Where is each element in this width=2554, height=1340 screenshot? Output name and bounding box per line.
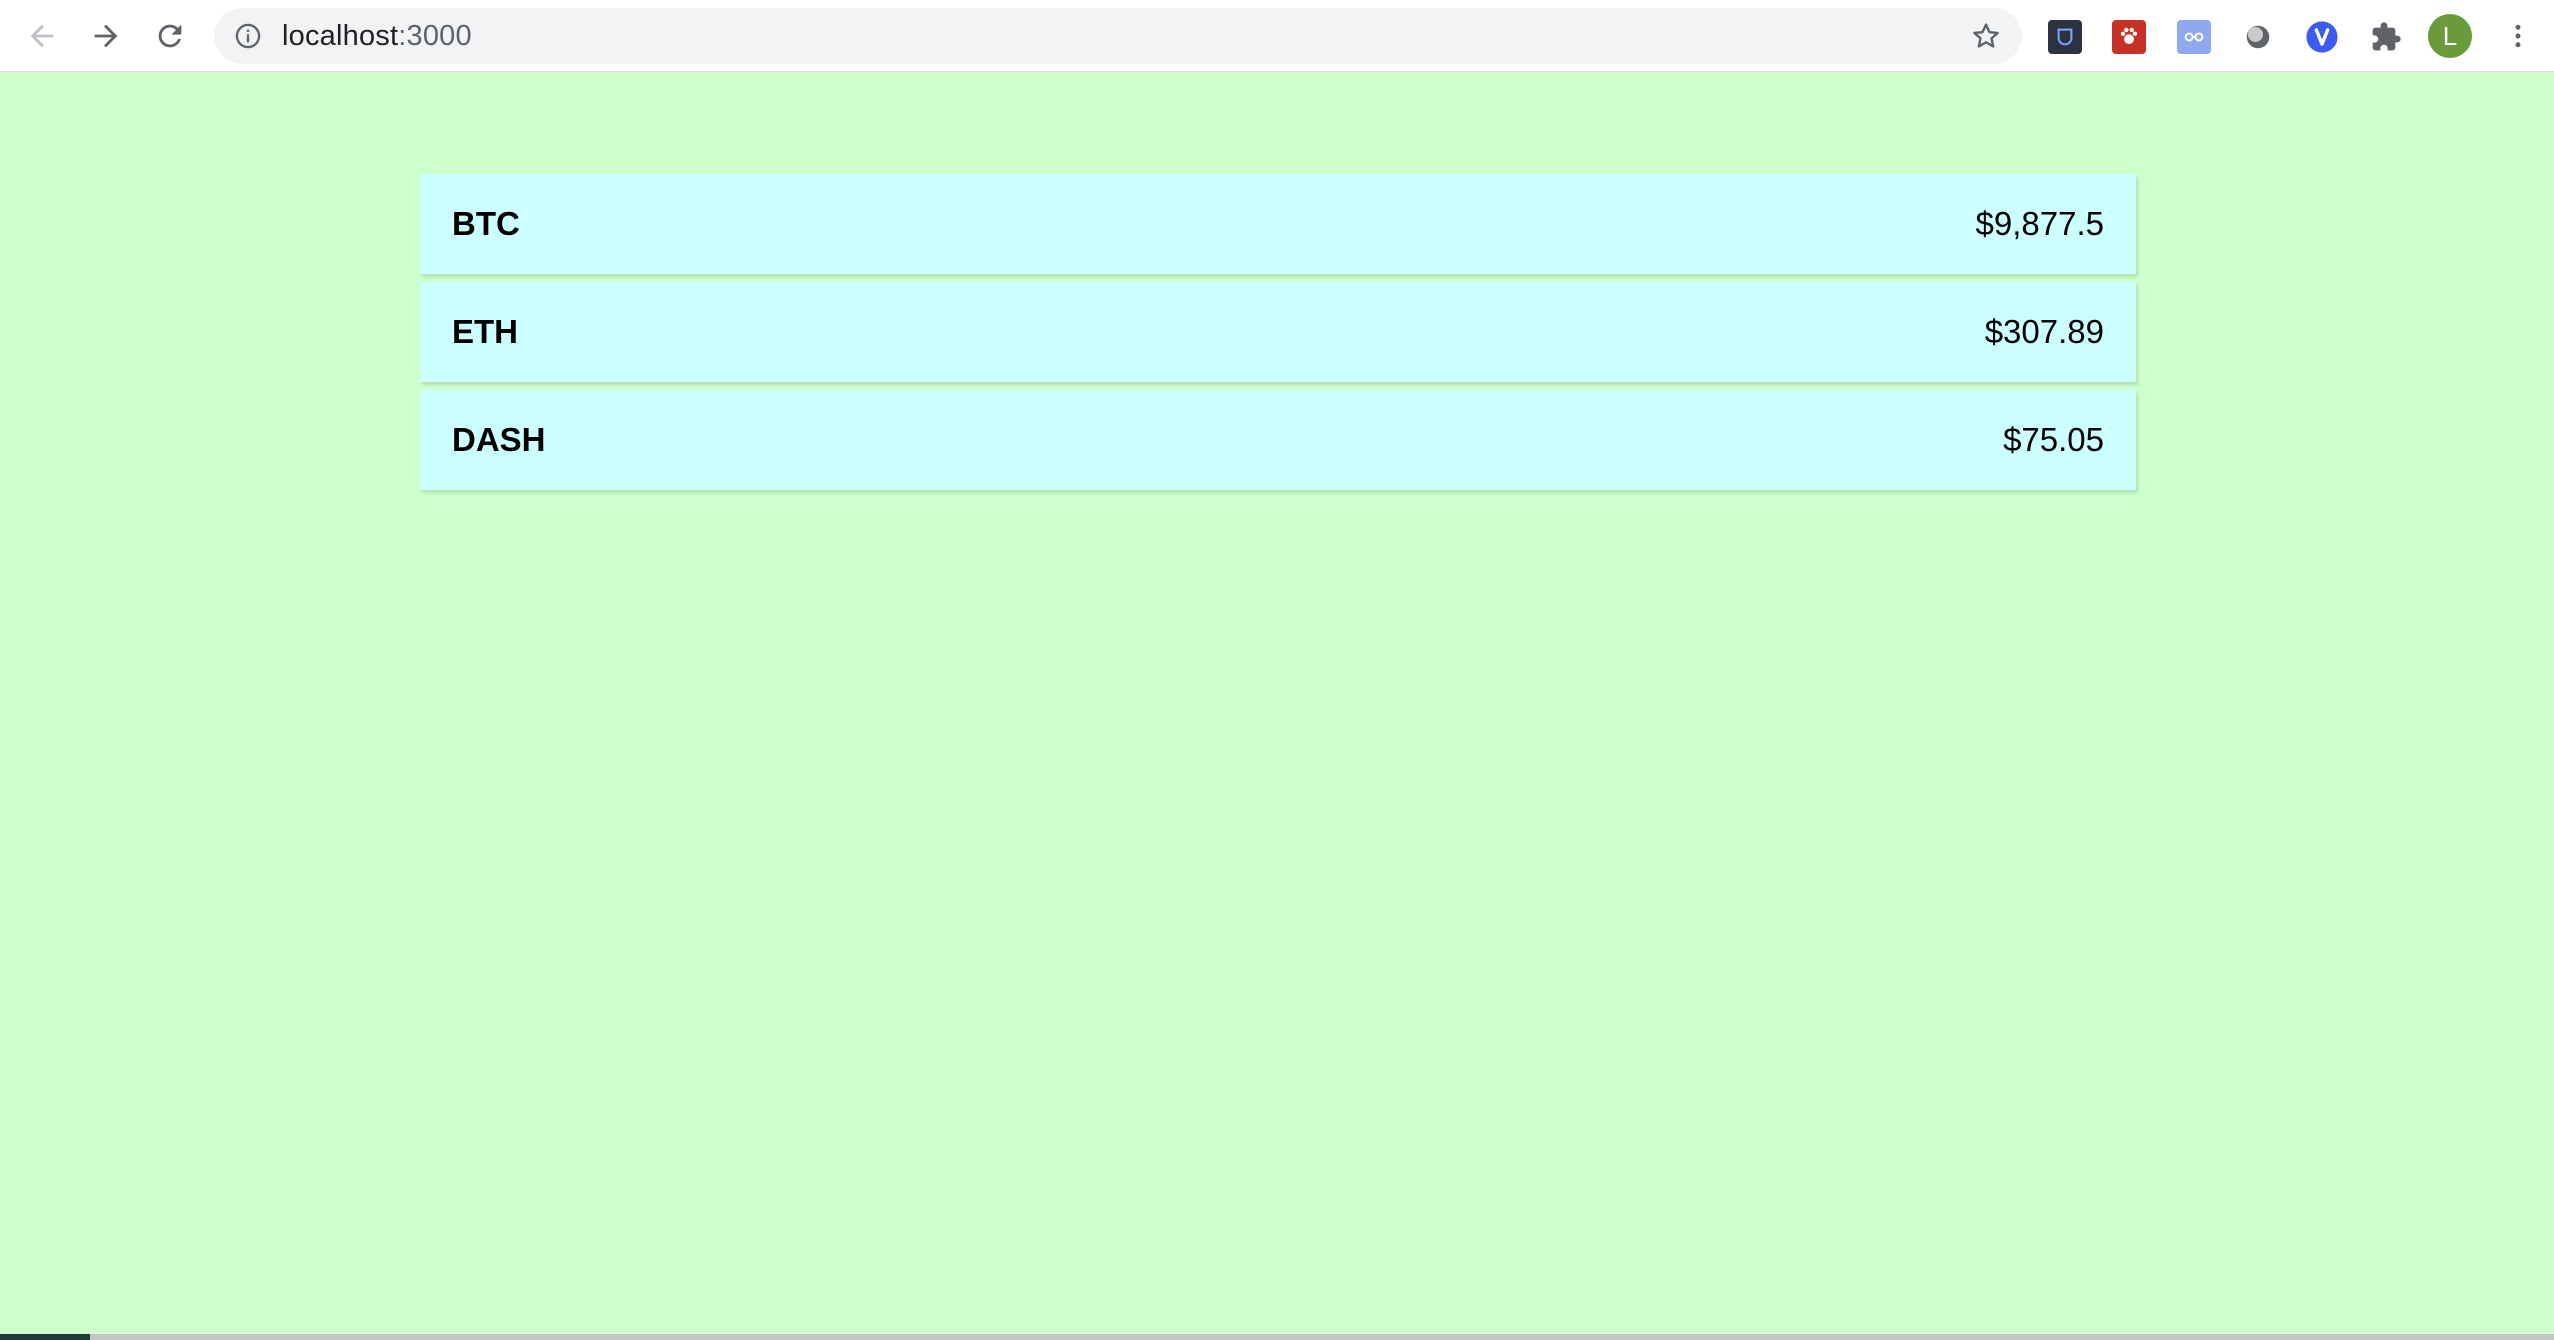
arrow-right-icon bbox=[94, 24, 118, 48]
bottom-status-segment bbox=[0, 1334, 90, 1340]
puzzle-icon bbox=[2372, 22, 2401, 51]
extension-icon-4[interactable] bbox=[2241, 20, 2275, 54]
kebab-menu-icon bbox=[2515, 24, 2521, 48]
forward-button[interactable] bbox=[84, 14, 128, 58]
sphere-icon bbox=[2246, 25, 2270, 49]
bottom-status-line bbox=[0, 1334, 2554, 1340]
arrow-left-icon bbox=[30, 24, 54, 48]
coin-symbol: ETH bbox=[452, 313, 518, 350]
star-icon[interactable] bbox=[1970, 20, 2002, 52]
shield-icon bbox=[2057, 28, 2073, 46]
url-text: localhost:3000 bbox=[282, 8, 472, 64]
back-button[interactable] bbox=[20, 14, 64, 58]
reload-icon bbox=[158, 24, 182, 48]
browser-toolbar: localhost:3000 L bbox=[0, 0, 2554, 72]
address-bar[interactable]: localhost:3000 bbox=[214, 8, 2022, 64]
coin-row-eth: ETH $307.89 bbox=[420, 282, 2136, 382]
info-icon[interactable] bbox=[234, 22, 262, 50]
glasses-icon bbox=[2184, 32, 2204, 42]
extension-icon-3[interactable] bbox=[2177, 20, 2211, 54]
coin-row-dash: DASH $75.05 bbox=[420, 390, 2136, 490]
coin-list: BTC $9,877.5 ETH $307.89 DASH $75.05 bbox=[420, 174, 2136, 498]
url-host: localhost bbox=[282, 20, 399, 52]
extensions-button[interactable] bbox=[2369, 20, 2403, 54]
v-badge-icon bbox=[2306, 21, 2338, 53]
reload-button[interactable] bbox=[148, 14, 192, 58]
coin-symbol: BTC bbox=[452, 205, 520, 242]
coin-price: $307.89 bbox=[1984, 313, 2104, 350]
coin-row-btc: BTC $9,877.5 bbox=[420, 174, 2136, 274]
coin-price: $9,877.5 bbox=[1975, 205, 2104, 242]
paw-icon bbox=[2120, 27, 2138, 45]
coin-symbol: DASH bbox=[452, 421, 546, 458]
extension-icon-5[interactable] bbox=[2305, 20, 2339, 54]
extension-icon-2[interactable] bbox=[2112, 20, 2146, 54]
browser-menu-button[interactable] bbox=[2496, 14, 2540, 58]
extension-icon-1[interactable] bbox=[2048, 20, 2082, 54]
profile-avatar[interactable]: L bbox=[2428, 14, 2472, 58]
url-port: :3000 bbox=[398, 20, 472, 52]
page-content: BTC $9,877.5 ETH $307.89 DASH $75.05 bbox=[0, 73, 2554, 1340]
coin-price: $75.05 bbox=[2003, 421, 2104, 458]
